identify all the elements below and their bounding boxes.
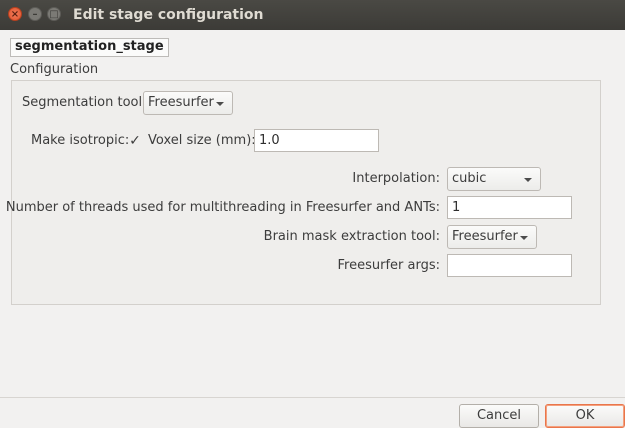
window-title: Edit stage configuration [73,7,264,23]
threads-input[interactable]: 1 [447,196,572,219]
freesurfer-args-label: Freesurfer args: [337,258,440,273]
close-window-button[interactable]: × [8,7,22,21]
segmentation-tool-dropdown[interactable]: Freesurfer [143,91,233,115]
ok-button[interactable]: OK [545,404,625,428]
make-isotropic-label: Make isotropic: [31,133,130,148]
make-isotropic-checkbox[interactable]: ✓ [128,134,142,148]
minimize-window-button[interactable]: – [28,7,42,21]
threads-label: Number of threads used for multithreadin… [5,200,440,215]
freesurfer-args-input[interactable] [447,254,572,277]
chevron-down-icon [216,102,224,106]
chevron-down-icon [520,236,528,240]
voxel-size-label: Voxel size (mm): [148,133,256,148]
brain-mask-label: Brain mask extraction tool: [263,229,440,244]
interpolation-dropdown[interactable]: cubic [447,167,541,191]
interpolation-value: cubic [452,171,487,186]
brain-mask-value: Freesurfer [452,229,518,244]
cancel-button[interactable]: Cancel [459,404,539,428]
button-separator [0,397,625,398]
segmentation-tool-label: Segmentation tool: [22,95,147,110]
minimize-icon: – [32,9,38,20]
close-icon: × [10,9,20,20]
segmentation-tool-value: Freesurfer [148,95,214,110]
maximize-window-button[interactable]: □ [47,7,61,21]
checkmark-icon: ✓ [129,133,141,149]
voxel-size-input[interactable]: 1.0 [254,129,379,152]
chevron-down-icon [524,178,532,182]
title-bar: × – □ Edit stage configuration [0,0,625,30]
interpolation-label: Interpolation: [352,171,440,186]
configuration-group-label: Configuration [10,62,99,77]
stage-name-label: segmentation_stage [10,38,169,57]
maximize-icon: □ [49,9,59,20]
brain-mask-dropdown[interactable]: Freesurfer [447,225,537,249]
